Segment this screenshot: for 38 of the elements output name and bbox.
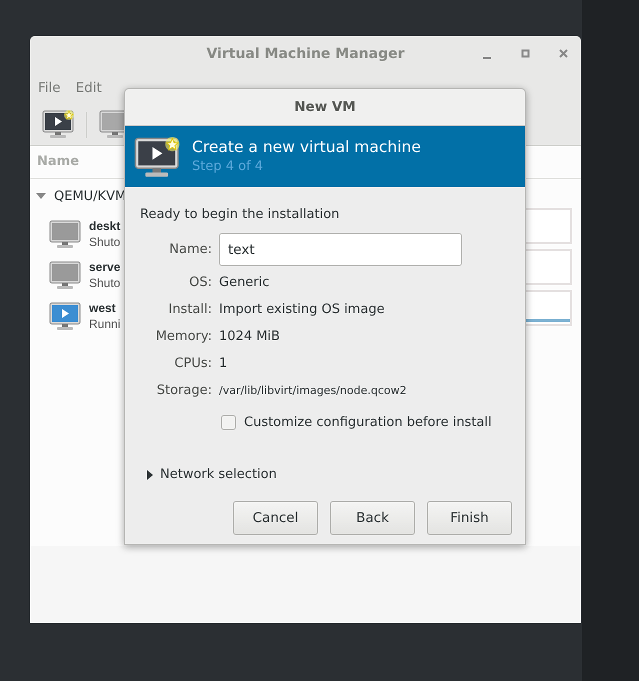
dialog-button[interactable]: Back — [330, 500, 415, 534]
field-value: 1 — [219, 355, 228, 374]
vm-name[interactable]: serve — [89, 260, 120, 275]
field-label: Memory: — [154, 328, 212, 346]
dialog-button[interactable]: Finish — [427, 500, 512, 534]
group-label[interactable]: QEMU/KVM — [54, 186, 126, 206]
monitor-icon — [49, 302, 81, 331]
field-value: 1024 MiB — [219, 328, 280, 346]
dialog-button[interactable]: Cancel — [233, 500, 318, 534]
vm-name[interactable]: deskt — [89, 219, 120, 234]
vm-status: Shuto — [89, 234, 120, 250]
window-title: Virtual Machine Manager — [206, 44, 405, 64]
vm-name[interactable]: west — [89, 301, 120, 316]
checkbox-label[interactable]: Customize configuration before install — [244, 412, 492, 432]
new-vm-icon[interactable] — [42, 110, 74, 139]
field-label: CPUs: — [173, 355, 212, 374]
monitor-icon — [49, 220, 81, 249]
field-value: Generic — [219, 274, 270, 292]
field-value: Import existing OS image — [219, 301, 385, 320]
intro-text: Ready to begin the installation — [140, 206, 340, 224]
field-value: /var/lib/libvirt/images/node.qcow2 — [219, 382, 407, 399]
step-indicator: Step 4 of 4 — [192, 158, 264, 176]
new-vm-icon — [134, 136, 180, 176]
field-label: Storage: — [156, 382, 212, 400]
header-title: Create a new virtual machine — [192, 136, 421, 156]
name-field[interactable]: text — [219, 233, 462, 266]
checkbox[interactable] — [221, 414, 236, 430]
field-label: OS: — [188, 274, 212, 292]
expander-arrow-icon[interactable] — [147, 470, 153, 480]
vm-status: Shuto — [89, 275, 120, 291]
monitor-icon — [49, 261, 81, 290]
vm-status: Runni — [89, 316, 120, 332]
close-icon[interactable] — [558, 48, 569, 59]
field-label: Name: — [168, 240, 212, 259]
expander-label[interactable]: Network selection — [160, 465, 277, 484]
dialog-title: New VM — [294, 98, 356, 117]
maximize-icon[interactable] — [520, 48, 531, 59]
field-label: Install: — [167, 301, 212, 320]
